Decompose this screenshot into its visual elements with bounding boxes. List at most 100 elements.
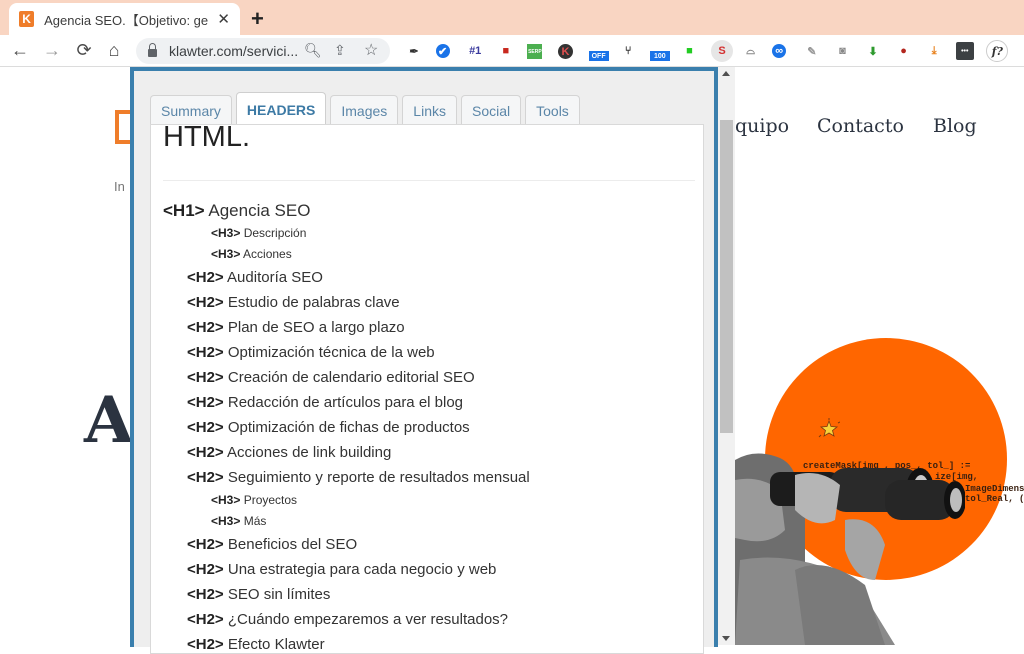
header-text: Plan de SEO a largo plazo	[227, 319, 405, 336]
camera-extension-icon[interactable]: ◙	[833, 42, 851, 60]
nav-link-blog[interactable]: Blog	[933, 115, 977, 137]
header-item-h2[interactable]: <H2> Optimización técnica de la web	[163, 340, 703, 365]
new-tab-button[interactable]: +	[251, 6, 264, 32]
header-item-h2[interactable]: <H2> Efecto Klawter	[163, 632, 703, 653]
header-item-h2[interactable]: <H2> Plan de SEO a largo plazo	[163, 315, 703, 340]
scrollbar-thumb[interactable]	[720, 120, 733, 433]
check-badge-extension-icon[interactable]: ✔	[435, 44, 450, 58]
k-circle-extension-icon[interactable]: K	[558, 44, 573, 59]
header-level-tag: <H2>	[187, 586, 224, 603]
header-level-tag: <H2>	[187, 611, 224, 628]
rank-one-extension-icon[interactable]: #1	[466, 42, 484, 60]
image-off-extension-icon[interactable]: OFF	[588, 51, 609, 61]
header-item-h2[interactable]: <H2> Una estrategia para cada negocio y …	[163, 557, 703, 582]
green-square-extension-icon[interactable]: ■	[680, 42, 698, 60]
code-snippet-line: tol_Real, (	[965, 494, 1024, 504]
header-text: Auditoría SEO	[227, 269, 323, 286]
header-text: SEO sin límites	[227, 586, 331, 603]
header-level-tag: <H2>	[187, 419, 224, 436]
seo-active-extension-icon[interactable]: S	[711, 40, 733, 62]
header-item-h2[interactable]: <H2> Acciones de link building	[163, 440, 703, 465]
header-text: Descripción	[243, 226, 307, 240]
font-question-extension-icon[interactable]: f?	[986, 40, 1009, 62]
header-item-h2[interactable]: <H2> Beneficios del SEO	[163, 532, 703, 557]
header-item-h2[interactable]: <H2> ¿Cuándo empezaremos a ver resultado…	[163, 607, 703, 632]
hero-heading-fragment: A	[84, 383, 134, 458]
download-orange-extension-icon[interactable]: ⤓	[925, 42, 943, 60]
popup-scrollbar[interactable]	[718, 67, 735, 645]
header-text: Redacción de artículos para el blog	[227, 394, 464, 411]
red-square-extension-icon[interactable]: ■	[497, 42, 515, 60]
header-level-tag: <H3>	[211, 226, 241, 240]
hat-extension-icon[interactable]: ⌓	[742, 42, 760, 60]
serp-extension-icon[interactable]: SERP	[527, 44, 543, 59]
close-tab-icon[interactable]: ✕	[217, 10, 230, 28]
scroll-down-arrow-icon[interactable]	[722, 636, 730, 641]
forward-button[interactable]: →	[41, 40, 63, 61]
header-level-tag: <H1>	[163, 201, 205, 220]
scroll-up-arrow-icon[interactable]	[722, 71, 730, 76]
reload-button[interactable]: ⟳	[73, 40, 95, 61]
nav-link-contacto[interactable]: Contacto	[817, 115, 904, 137]
header-text: Acciones	[243, 247, 292, 261]
tab-strip: K Agencia SEO.【Objetivo: generar ✕ +	[0, 0, 1024, 35]
tab-tools[interactable]: Tools	[525, 95, 580, 125]
header-text: Estudio de palabras clave	[227, 294, 400, 311]
download-green-extension-icon[interactable]: ⬇	[864, 42, 882, 60]
browser-tab[interactable]: K Agencia SEO.【Objetivo: generar ✕	[9, 3, 240, 35]
headers-panel: HTML. <H1> Agencia SEO <H3> Descripción <H…	[150, 124, 704, 654]
browser-toolbar: ← → ⟳ ⌂ klawter.com/servici... 🔍︎ ⇪ ☆ ✒ ✔…	[0, 35, 1024, 67]
header-item-h3[interactable]: <H3> Acciones	[163, 244, 703, 265]
header-text: Optimización técnica de la web	[227, 344, 435, 361]
tab-links[interactable]: Links	[402, 95, 457, 125]
header-item-h3[interactable]: <H3> Proyectos	[163, 490, 703, 511]
header-level-tag: <H3>	[211, 514, 241, 528]
tab-summary[interactable]: Summary	[150, 95, 232, 125]
home-button[interactable]: ⌂	[103, 40, 125, 61]
header-text: Acciones de link building	[227, 444, 392, 461]
header-text: Optimización de fichas de productos	[227, 419, 470, 436]
header-item-h1[interactable]: <H1> Agencia SEO	[163, 198, 703, 223]
header-level-tag: <H2>	[187, 344, 224, 361]
header-level-tag: <H2>	[187, 294, 224, 311]
intro-text-fragment: In	[114, 179, 125, 194]
header-item-h3[interactable]: <H3> Descripción	[163, 223, 703, 244]
section-title: HTML.	[163, 124, 250, 153]
header-text: Creación de calendario editorial SEO	[227, 369, 475, 386]
nav-link-equipo[interactable]: quipo	[735, 115, 789, 137]
score-100-extension-icon[interactable]: 100	[649, 51, 670, 61]
header-item-h2[interactable]: <H2> Creación de calendario editorial SE…	[163, 365, 703, 390]
tab-images[interactable]: Images	[330, 95, 399, 125]
more-dots-extension-icon[interactable]: •••	[955, 42, 974, 60]
eyedropper-extension-icon[interactable]: ✒	[405, 42, 423, 60]
header-item-h2[interactable]: <H2> Seguimiento y reporte de resultados…	[163, 465, 703, 490]
header-text: Más	[243, 514, 267, 528]
header-level-tag: <H2>	[187, 319, 224, 336]
fork-extension-icon[interactable]: ⑂	[619, 42, 637, 60]
header-level-tag: <H2>	[187, 369, 224, 386]
share-icon[interactable]: ⇪	[334, 42, 346, 59]
sparkle-star-icon	[818, 418, 840, 438]
molecule-extension-icon[interactable]: ●	[895, 42, 913, 60]
divider	[163, 180, 695, 181]
seo-extension-popup: Summary HEADERS Images Links Social Tools HTM…	[130, 67, 718, 654]
header-item-h2[interactable]: <H2> Optimización de fichas de productos	[163, 415, 703, 440]
header-item-h2[interactable]: <H2> Auditoría SEO	[163, 265, 703, 290]
header-item-h2[interactable]: <H2> Redacción de artículos para el blog	[163, 390, 703, 415]
tab-title: Agencia SEO.【Objetivo: generar	[44, 12, 209, 28]
infinity-extension-icon[interactable]: ∞	[772, 44, 787, 58]
zoom-icon[interactable]: 🔍︎	[304, 42, 322, 59]
header-item-h2[interactable]: <H2> Estudio de palabras clave	[163, 290, 703, 315]
header-text: Agencia SEO	[208, 201, 311, 220]
bookmark-star-icon[interactable]: ☆	[364, 40, 378, 60]
tab-headers[interactable]: HEADERS	[235, 92, 327, 126]
header-item-h2[interactable]: <H2> SEO sin límites	[163, 582, 703, 607]
header-level-tag: <H2>	[187, 469, 224, 486]
header-level-tag: <H2>	[187, 536, 224, 553]
back-button[interactable]: ←	[9, 40, 31, 61]
notes-extension-icon[interactable]: ✎	[803, 42, 821, 60]
header-level-tag: <H2>	[187, 269, 224, 286]
tab-social[interactable]: Social	[460, 95, 522, 125]
header-item-h3[interactable]: <H3> Más	[163, 511, 703, 532]
address-bar[interactable]: klawter.com/servici... 🔍︎ ⇪ ☆	[136, 38, 390, 64]
